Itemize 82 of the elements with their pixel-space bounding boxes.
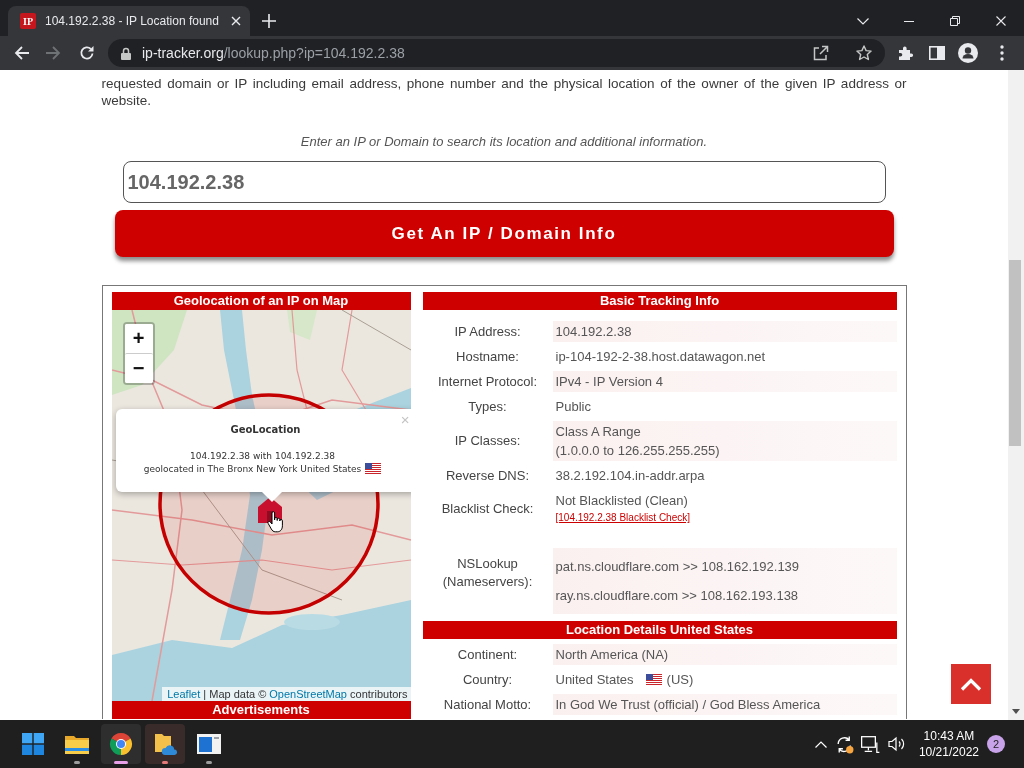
url-text: ip-tracker.org/lookup.php?ip=104.192.2.38 [142,45,406,61]
new-tab-icon[interactable] [262,14,276,28]
intro-text: requested domain or IP including email address, phone number and the physical location of the owner of the given IP address or website. [101,75,907,109]
field-label: Hostname: [455,347,520,366]
popup-text: 104.192.2.38 with 104.192.2.38 [189,451,336,461]
sync-icon[interactable] [835,734,855,754]
close-icon[interactable] [231,16,241,26]
country-code: (US) [666,671,694,689]
cloud-folder-icon [153,732,177,756]
puzzle-icon[interactable] [898,45,914,61]
map-attribution: Leaflet | Map data © OpenStreetMap contributors [162,687,411,701]
field-label: Internet Protocol: [437,372,538,391]
popup-title: GeoLocation [230,424,301,435]
field-value: Public [554,398,592,416]
ip-input-field[interactable]: 104.192.2.38 [122,161,886,203]
forward-icon[interactable] [45,45,61,61]
field-value: Not Blacklisted (Clean) [555,492,688,510]
field-value: North America (NA) [552,644,897,665]
clock-time: 10:43 AM [923,728,975,744]
scroll-to-top-button[interactable] [951,664,991,704]
volume-icon[interactable] [887,736,906,752]
taskbar-clock[interactable]: 10:43 AM 10/21/2022 [918,728,979,760]
network-icon[interactable] [861,735,881,753]
browser-tab[interactable]: IP 104.192.2.38 - IP Location found [8,6,250,36]
field-value: In God We Trust (official) / God Bless America [552,694,897,715]
field-value: IPv4 - IP Version 4 [552,371,897,392]
field-value: Class A Range (1.0.0.0 to 126.255.255.255) [552,421,897,461]
share-icon[interactable] [813,45,829,61]
taskbar-button[interactable] [145,724,185,764]
field-value: 38.2.192.104.in-addr.arpa [554,467,706,485]
address-bar[interactable]: ip-tracker.org/lookup.php?ip=104.192.2.38 [108,39,885,67]
nameserver-entry: ray.ns.cloudflare.com >> 108.162.193.138 [555,587,799,605]
field-label: Reverse DNS: [444,466,531,485]
profile-icon[interactable] [958,43,978,63]
field-label: IP Classes: [453,432,522,450]
side-panel-icon[interactable] [929,46,945,60]
section-header: Basic Tracking Info [422,292,897,310]
scrollbar-thumb[interactable] [1009,260,1021,446]
reload-icon[interactable] [79,45,95,61]
notification-badge[interactable]: 2 [987,735,1005,753]
nameserver-entry: pat.ns.cloudflare.com >> 108.162.192.139 [555,558,800,576]
attribution-link[interactable]: Leaflet [167,688,201,700]
blacklist-link[interactable]: [104.192.2.38 Blacklist Check] [555,510,691,526]
section-header: Advertisements [111,701,411,719]
hand-cursor-icon [266,511,284,533]
start-icon [22,733,44,755]
close-icon[interactable] [996,16,1006,26]
attribution-link[interactable]: OpenStreetMap [269,688,347,700]
clock-date: 10/21/2022 [918,744,979,760]
field-label: Blacklist Check: [440,499,535,518]
chevron-up-icon[interactable] [814,740,827,748]
field-label: Continent: [456,645,519,664]
section-header: Location Details United States [422,621,897,639]
field-value: 104.192.2.38 [552,321,897,342]
window-icon [197,734,221,754]
folder-icon [65,734,89,754]
zoom-out-button[interactable]: − [124,353,153,383]
browser-icon [109,732,133,756]
section-header: Geolocation of an IP on Map [111,292,411,310]
field-label: Country: [461,670,514,689]
star-icon[interactable] [856,45,872,61]
us-flag-icon [645,674,662,685]
get-info-button[interactable]: Get An IP / Domain Info [114,210,894,257]
country-name: United States [555,671,634,689]
field-value: ip-104-192-2-38.host.datawagon.net [554,348,767,366]
scroll-down-icon[interactable] [1012,709,1020,714]
search-hint: Enter an IP or Domain to search its location and additional information. [299,133,709,150]
menu-icon[interactable] [1000,45,1004,61]
popup-text: geolocated in The Bronx New York United States [143,463,362,474]
site-favicon: IP [20,13,36,29]
chevron-down-icon[interactable] [857,17,869,25]
us-flag-icon [365,463,382,474]
taskbar-button[interactable] [101,724,141,764]
field-label: IP Address: [453,322,522,341]
minimize-icon[interactable] [904,20,914,22]
back-icon[interactable] [14,45,30,61]
field-label: National Motto: [442,695,533,714]
restore-icon[interactable] [950,16,960,26]
field-label: NSLookup (Nameservers): [441,554,534,591]
lock-icon [121,46,131,60]
field-label: Types: [467,397,508,416]
chevron-up-icon [960,677,982,691]
